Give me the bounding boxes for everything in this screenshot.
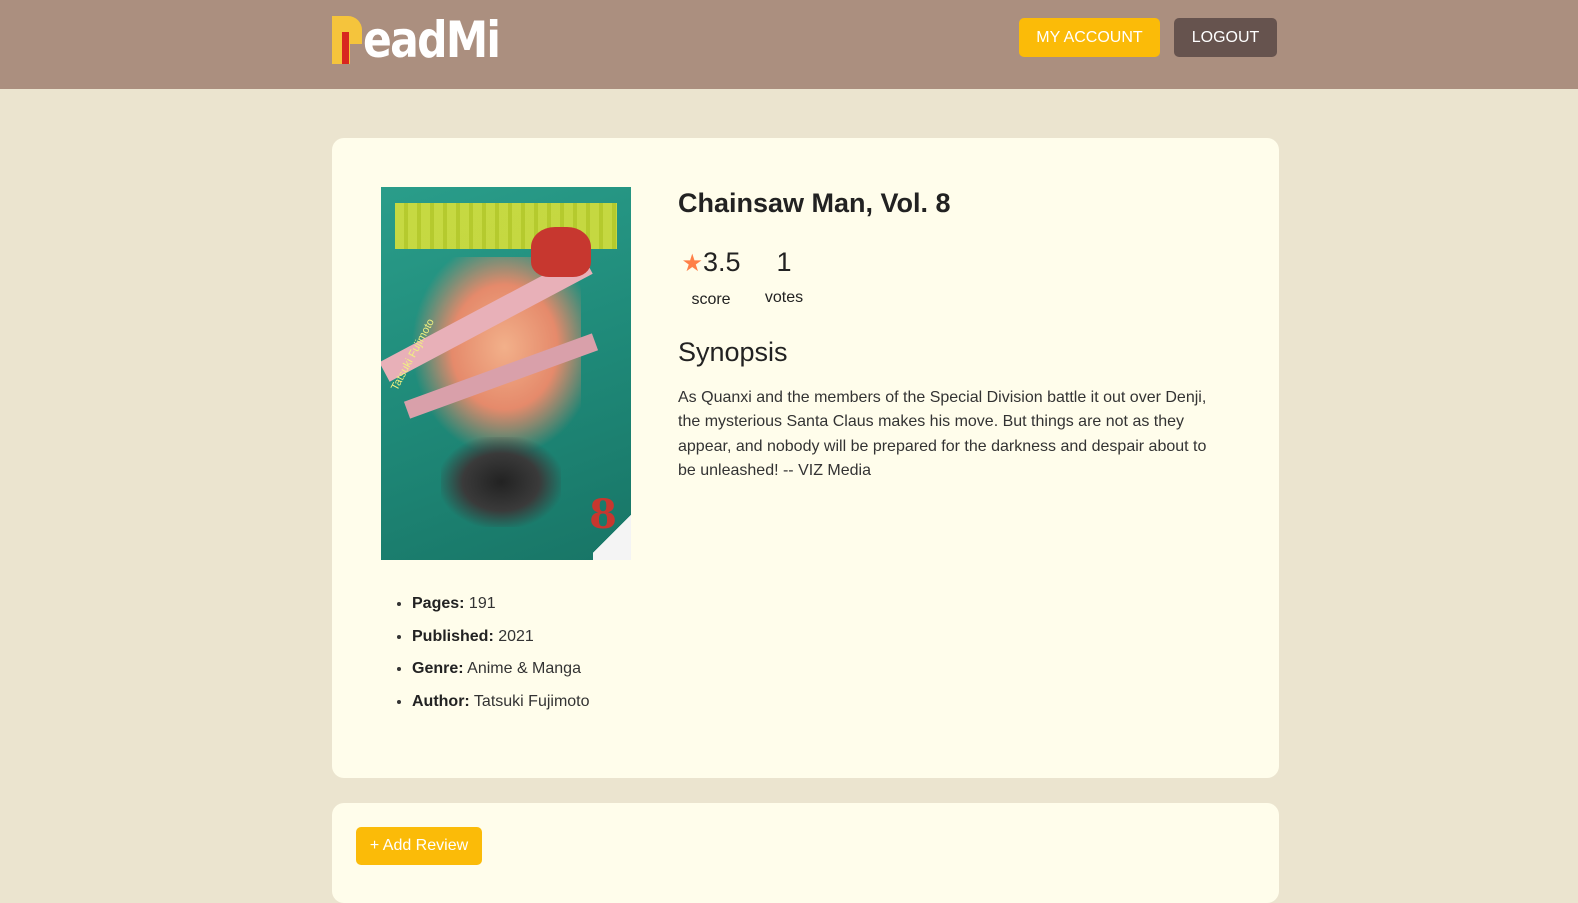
top-navbar: eadMi MY ACCOUNT LOGOUT <box>0 0 1578 89</box>
votes-value: 1 <box>776 247 792 277</box>
score-stat: ★3.5 score <box>678 247 744 309</box>
book-details-list: Pages: 191 Published: 2021 Genre: Anime … <box>381 588 590 718</box>
book-title: Chainsaw Man, Vol. 8 <box>678 188 951 218</box>
votes-label: votes <box>764 289 804 306</box>
logo-text: eadMi <box>363 11 501 69</box>
detail-published: Published: 2021 <box>412 621 590 654</box>
star-icon: ★ <box>681 250 703 277</box>
my-account-button[interactable]: MY ACCOUNT <box>1019 18 1160 57</box>
detail-pages: Pages: 191 <box>412 588 590 621</box>
synopsis-text: As Quanxi and the members of the Special… <box>678 389 1207 479</box>
reviews-card: + Add Review <box>332 803 1279 903</box>
score-value: 3.5 <box>702 247 741 277</box>
logo-r-mark <box>332 16 362 64</box>
synopsis-heading: Synopsis <box>678 337 788 367</box>
readmi-logo[interactable]: eadMi <box>332 12 523 68</box>
book-cover-image: Tatsuki Fujimoto 8 <box>381 187 631 560</box>
score-label: score <box>691 291 731 308</box>
votes-stat: 1 votes <box>758 247 810 307</box>
book-detail-card: Tatsuki Fujimoto 8 Pages: 191 Published:… <box>332 138 1279 778</box>
logout-button[interactable]: LOGOUT <box>1174 18 1277 57</box>
add-review-button[interactable]: + Add Review <box>356 827 482 865</box>
detail-genre: Genre: Anime & Manga <box>412 653 590 686</box>
detail-author: Author: Tatsuki Fujimoto <box>412 686 590 719</box>
